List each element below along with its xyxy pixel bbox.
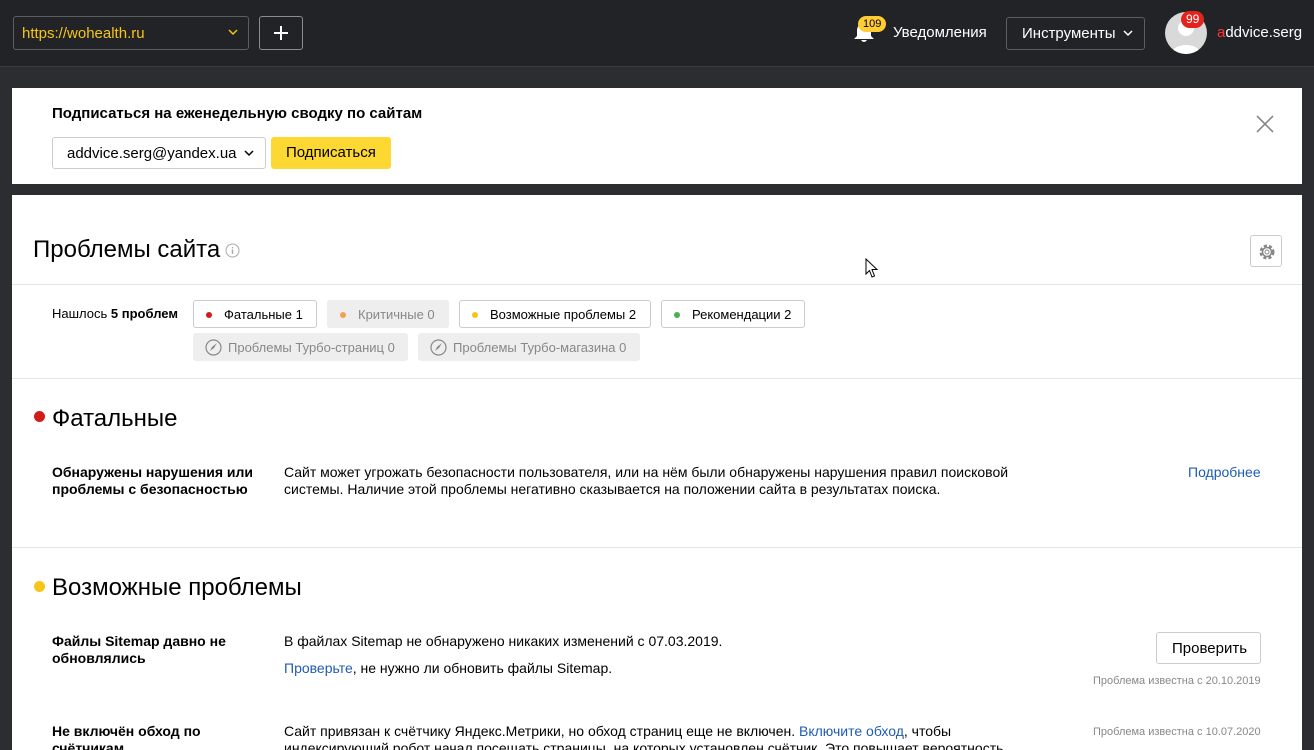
filter-dot <box>340 312 346 318</box>
chevron-down-icon <box>244 150 254 157</box>
subscribe-card: Подписаться на еженедельную сводку по са… <box>12 88 1302 184</box>
tools-label: Инструменты <box>1022 25 1116 42</box>
subscribe-button[interactable]: Подписаться <box>271 137 391 169</box>
mouse-cursor-icon <box>865 258 879 278</box>
divider <box>12 547 1302 548</box>
notifications-badge: 109 <box>858 16 887 32</box>
info-icon[interactable] <box>225 243 240 258</box>
check-link[interactable]: Проверьте <box>284 660 353 676</box>
rocket-icon <box>430 339 447 356</box>
known-since: Проблема известна с 20.10.2019 <box>1093 675 1261 687</box>
filter-fatal[interactable]: Фатальные 1 <box>193 300 317 328</box>
filter-label: Рекомендации 2 <box>692 307 792 322</box>
filter-dot <box>674 312 680 318</box>
username[interactable]: addvice.serg <box>1217 24 1302 41</box>
problem-description: В файлах Sitemap не обнаружено никаких и… <box>284 633 723 649</box>
problem-name: Не включён обход по счётчикам <box>52 723 201 750</box>
avatar-badge: 99 <box>1181 11 1205 28</box>
filter-label: Фатальные 1 <box>224 307 303 322</box>
desc-part: Сайт привязан к счётчику Яндекс.Метрики,… <box>284 723 800 739</box>
email-value: addvice.serg@yandex.ua <box>67 145 237 162</box>
filter-recommendations[interactable]: Рекомендации 2 <box>661 300 805 328</box>
filter-turbo-pages[interactable]: Проблемы Турбо-страниц 0 <box>193 333 408 361</box>
subscribe-button-label: Подписаться <box>286 144 376 161</box>
desc-part: , чтобы <box>903 723 952 739</box>
close-icon[interactable] <box>1256 115 1274 133</box>
rocket-icon <box>205 339 222 356</box>
gear-icon <box>1259 244 1275 260</box>
filter-turbo-shop[interactable]: Проблемы Турбо-магазина 0 <box>418 333 640 361</box>
page-title: Проблемы сайта <box>33 236 221 263</box>
filter-label: Критичные 0 <box>358 307 435 322</box>
filter-label: Проблемы Турбо-магазина 0 <box>453 340 627 355</box>
enable-crawl-link[interactable]: Включите обход <box>799 723 904 739</box>
possible-dot <box>34 581 45 592</box>
filter-label: Проблемы Турбо-страниц 0 <box>228 340 395 355</box>
found-count: 5 проблем <box>110 306 178 321</box>
found-prefix: Нашлось <box>52 306 108 321</box>
filter-dot <box>472 312 478 318</box>
username-rest: ddvice.serg <box>1225 24 1303 41</box>
check-button[interactable]: Проверить <box>1156 632 1261 664</box>
known-since: Проблема известна с 10.07.2020 <box>1093 726 1261 738</box>
tools-dropdown[interactable]: Инструменты <box>1006 17 1145 50</box>
found-summary: Нашлось 5 проблем <box>52 306 178 321</box>
site-selector[interactable]: https://wohealth.ru <box>13 16 249 50</box>
top-bar: https://wohealth.ru 109 Уведомления Инст… <box>0 0 1314 67</box>
section-title-possible: Возможные проблемы <box>52 574 302 601</box>
chevron-down-icon <box>1123 30 1133 37</box>
notifications-link[interactable]: Уведомления <box>893 24 987 41</box>
problem-name: Файлы Sitemap давно не обновлялись <box>52 633 226 666</box>
divider <box>12 378 1302 379</box>
chevron-down-icon <box>228 29 238 36</box>
check-button-label: Проверить <box>1172 640 1248 657</box>
filter-critical[interactable]: Критичные 0 <box>327 300 449 328</box>
plus-icon <box>274 26 288 40</box>
site-problems-card: Проблемы сайта Нашлось 5 проблем Фатальн… <box>12 195 1302 750</box>
subscribe-title: Подписаться на еженедельную сводку по са… <box>52 105 423 122</box>
more-link[interactable]: Подробнее <box>1188 464 1261 480</box>
fatal-dot <box>34 411 45 422</box>
settings-button[interactable] <box>1250 235 1282 267</box>
problem-name: Обнаружены нарушения или проблемы с безо… <box>52 464 254 497</box>
problem-description: Сайт привязан к счётчику Яндекс.Метрики,… <box>284 723 1024 750</box>
filter-possible[interactable]: Возможные проблемы 2 <box>459 300 651 328</box>
section-title-fatal: Фатальные <box>52 405 178 432</box>
hint-text: , не нужно ли обновить файлы Sitemap. <box>352 660 613 676</box>
desc-part: индексирующий робот начал посещать стран… <box>284 740 1004 750</box>
site-url: https://wohealth.ru <box>22 25 145 42</box>
problem-description: Сайт может угрожать безопасности пользов… <box>284 464 1009 497</box>
filter-label: Возможные проблемы 2 <box>490 307 637 322</box>
filter-dot <box>206 312 212 318</box>
add-site-button[interactable] <box>259 16 303 50</box>
email-select[interactable]: addvice.serg@yandex.ua <box>52 137 266 169</box>
divider <box>12 284 1302 285</box>
problem-hint: Проверьте, не нужно ли обновить файлы Si… <box>284 660 1024 677</box>
